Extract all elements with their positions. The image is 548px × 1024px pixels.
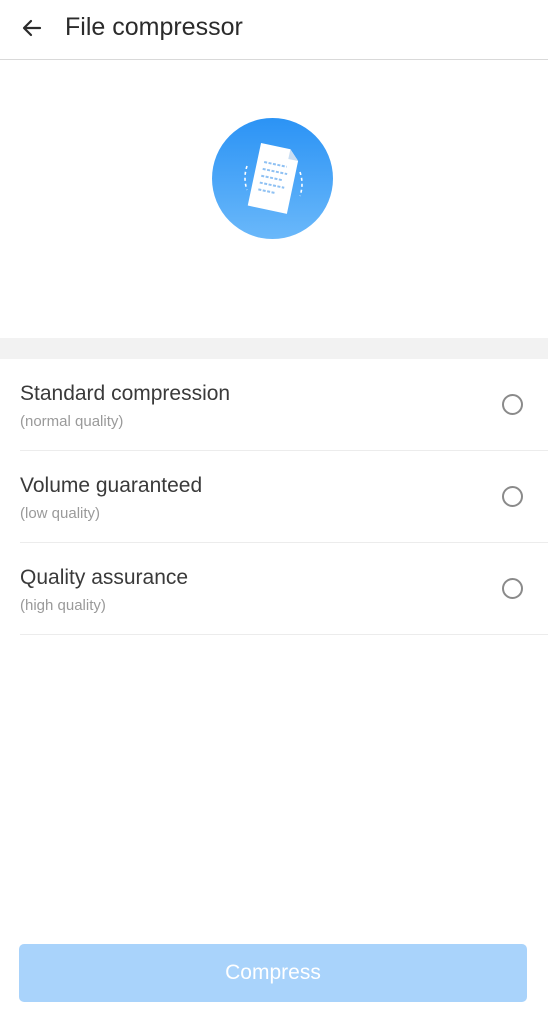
option-title: Volume guaranteed bbox=[20, 474, 203, 497]
option-volume-guaranteed[interactable]: Volume guaranteed (low quality) bbox=[0, 451, 548, 543]
option-subtitle: (normal quality) bbox=[20, 413, 124, 430]
option-title: Standard compression bbox=[20, 382, 231, 405]
option-subtitle: (low quality) bbox=[20, 505, 101, 522]
compressed-document-icon bbox=[212, 118, 333, 239]
radio-volume-guaranteed[interactable] bbox=[502, 486, 523, 507]
compression-options: Standard compression (normal quality) Vo… bbox=[0, 359, 548, 635]
radio-quality-assurance[interactable] bbox=[502, 578, 523, 599]
option-title: Quality assurance bbox=[20, 566, 189, 589]
section-divider bbox=[0, 338, 548, 359]
back-button[interactable] bbox=[14, 10, 50, 46]
option-subtitle: (high quality) bbox=[20, 597, 106, 614]
option-quality-assurance[interactable]: Quality assurance (high quality) bbox=[0, 543, 548, 635]
hero-section bbox=[0, 60, 548, 338]
option-standard-compression[interactable]: Standard compression (normal quality) bbox=[0, 359, 548, 451]
page-title: File compressor bbox=[65, 13, 243, 41]
arrow-left-icon bbox=[22, 19, 42, 37]
app-bar: File compressor bbox=[0, 0, 548, 60]
radio-standard-compression[interactable] bbox=[502, 394, 523, 415]
compress-button[interactable]: Compress bbox=[19, 944, 527, 1002]
